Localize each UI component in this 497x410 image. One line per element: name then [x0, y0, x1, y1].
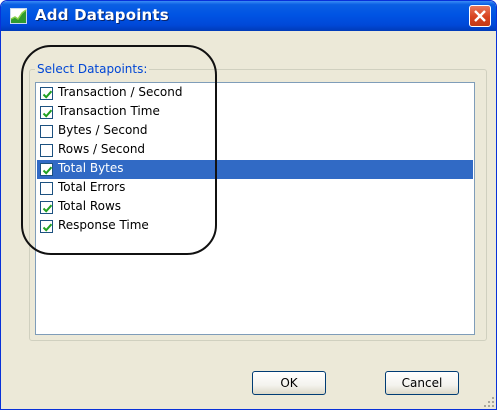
- checkbox[interactable]: [40, 182, 53, 195]
- list-item-transaction-time[interactable]: Transaction Time: [37, 103, 473, 122]
- ok-button[interactable]: OK: [252, 371, 326, 395]
- chart-icon: [10, 8, 27, 24]
- checkbox[interactable]: [40, 125, 53, 138]
- checkmark-icon: [42, 204, 53, 213]
- cancel-button[interactable]: Cancel: [385, 371, 459, 395]
- checkbox[interactable]: [40, 220, 53, 233]
- list-item-total-rows[interactable]: Total Rows: [37, 198, 473, 217]
- list-item-response-time[interactable]: Response Time: [37, 217, 473, 236]
- checkbox[interactable]: [40, 144, 53, 157]
- list-item-label: Total Rows: [58, 199, 122, 213]
- list-item-total-errors[interactable]: Total Errors: [37, 179, 473, 198]
- dialog-title: Add Datapoints: [35, 6, 169, 24]
- datapoints-list[interactable]: Transaction / Second Transaction Time By…: [35, 82, 475, 335]
- checkmark-icon: [42, 223, 53, 232]
- checkmark-icon: [42, 90, 53, 99]
- list-item-label: Transaction / Second: [58, 85, 183, 99]
- list-item-label: Transaction Time: [58, 104, 160, 118]
- close-icon: [474, 10, 486, 22]
- list-item-bytes-per-second[interactable]: Bytes / Second: [37, 122, 473, 141]
- close-button[interactable]: [469, 5, 491, 27]
- checkmark-icon: [42, 109, 53, 118]
- resize-grip-icon[interactable]: [483, 396, 495, 408]
- group-label: Select Datapoints:: [35, 62, 150, 76]
- list-item-transaction-per-second[interactable]: Transaction / Second: [37, 84, 473, 103]
- title-bar[interactable]: Add Datapoints: [1, 1, 496, 31]
- list-item-label: Response Time: [58, 218, 149, 232]
- list-item-label: Rows / Second: [58, 142, 146, 156]
- checkbox[interactable]: [40, 87, 53, 100]
- list-item-label: Bytes / Second: [58, 123, 148, 137]
- checkmark-icon: [42, 166, 53, 175]
- checkbox[interactable]: [40, 201, 53, 214]
- add-datapoints-dialog: Add Datapoints Select Datapoints: Transa…: [0, 0, 497, 410]
- list-item-rows-per-second[interactable]: Rows / Second: [37, 141, 473, 160]
- list-item-total-bytes[interactable]: Total Bytes: [37, 160, 473, 179]
- list-item-label: Total Errors: [58, 180, 126, 194]
- checkbox[interactable]: [40, 106, 53, 119]
- list-item-label: Total Bytes: [58, 161, 124, 175]
- checkbox[interactable]: [40, 163, 53, 176]
